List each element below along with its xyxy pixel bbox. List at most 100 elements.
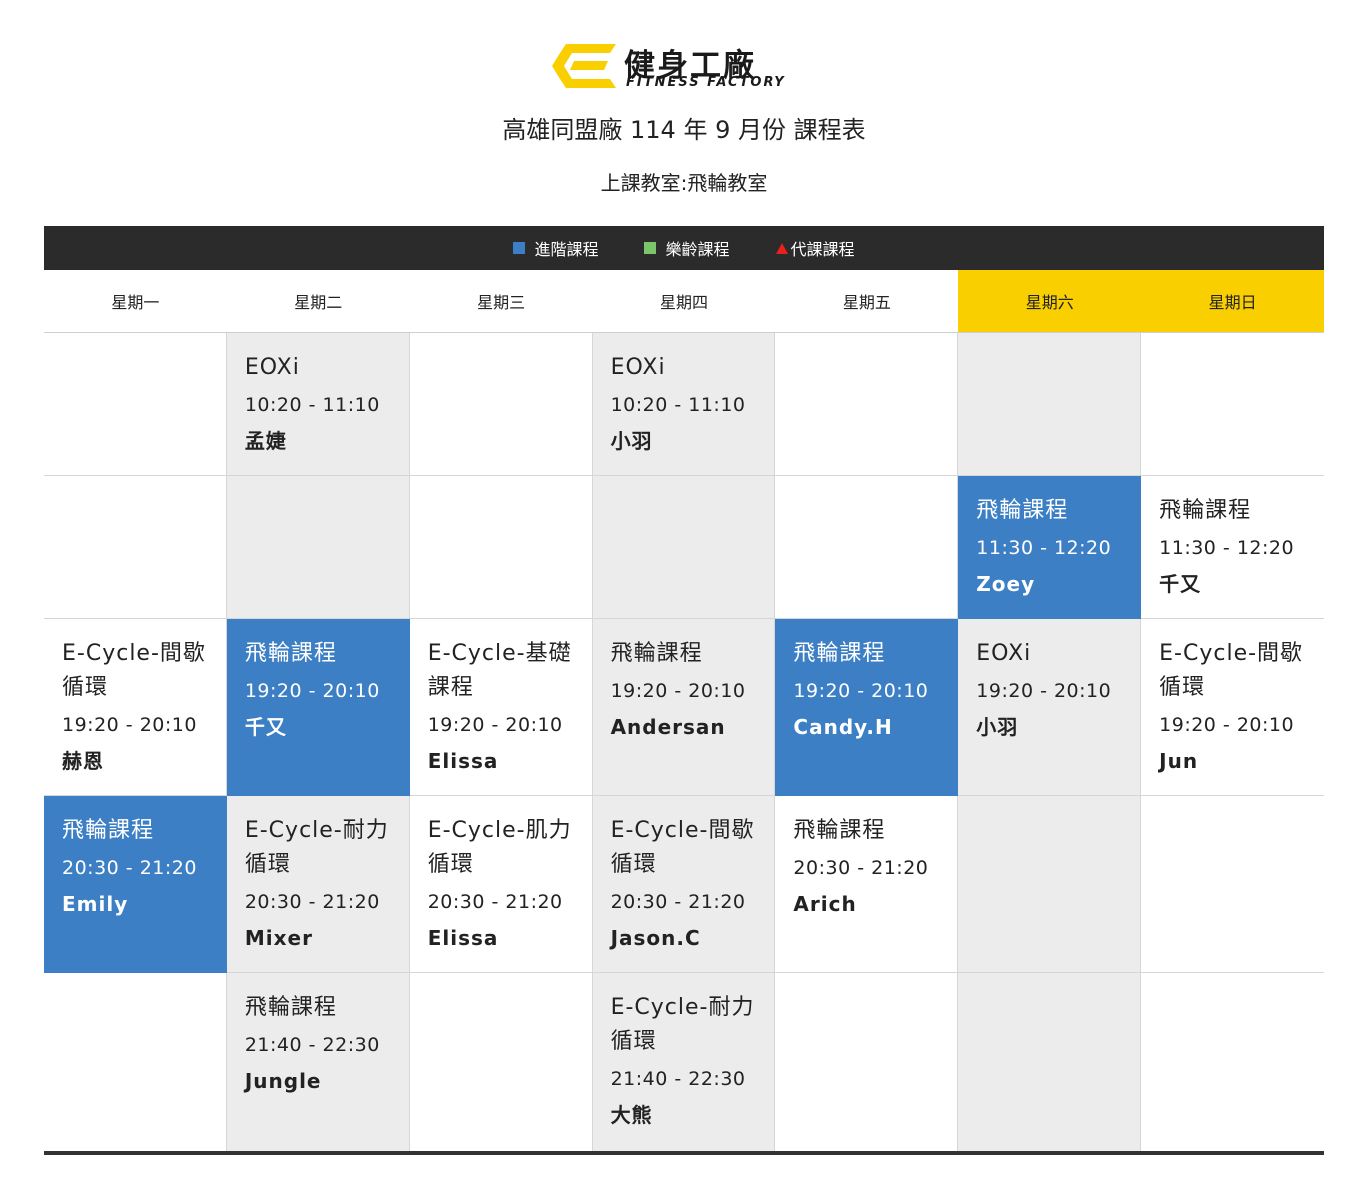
class-time: 19:20 - 20:10 [976,680,1112,702]
empty-cell-fri [775,333,959,476]
class-name: 飛輪課程 [976,498,1069,523]
class-cell-tue: 飛輪課程 19:20 - 20:10 千又 [226,619,410,796]
legend-advanced-label: 進階課程 [534,240,599,259]
class-name: E-Cycle-肌力循環 [427,818,572,877]
legend-senior: 樂齡課程 [644,236,730,260]
empty-cell-thu [592,476,776,619]
class-time: 19:20 - 20:10 [1159,714,1295,736]
empty-cell-wed [409,476,593,619]
green-square-icon [644,242,657,254]
empty-cell-sat [958,796,1142,973]
class-time: 20:30 - 21:20 [793,857,929,879]
empty-cell-sun [1141,796,1324,973]
class-time: 20:30 - 21:20 [427,891,563,913]
class-coach: 孟婕 [244,429,287,453]
class-name: E-Cycle-耐力循環 [610,995,755,1054]
class-coach: 小羽 [976,715,1019,739]
class-coach: 千又 [1159,572,1202,596]
class-name: 飛輪課程 [610,641,703,666]
class-coach: Mixer [244,926,313,950]
empty-cell-tue [226,476,410,619]
day-header-fri: 星期五 [775,270,959,332]
class-time: 19:20 - 20:10 [610,680,746,702]
class-coach: 赫恩 [62,749,104,773]
empty-cell-mon [44,476,227,619]
day-header-sat: 星期六 [958,270,1142,332]
class-cell-tue: EOXi 10:20 - 11:10 孟婕 [226,333,410,476]
class-coach: Andersan [610,715,726,739]
class-cell-sat: 飛輪課程 11:30 - 12:20 Zoey [958,476,1142,619]
class-time: 11:30 - 12:20 [976,537,1112,559]
class-cell-sat: EOXi 19:20 - 20:10 小羽 [958,619,1142,796]
red-triangle-icon [775,242,788,254]
class-cell-fri: 飛輪課程 19:20 - 20:10 Candy.H [775,619,959,796]
class-time: 10:20 - 11:10 [244,394,380,416]
class-cell-tue: E-Cycle-耐力循環 20:30 - 21:20 Mixer [226,796,410,973]
class-cell-thu: 飛輪課程 19:20 - 20:10 Andersan [592,619,776,796]
class-coach: Zoey [976,572,1036,596]
class-cell-thu: E-Cycle-間歇循環 20:30 - 21:20 Jason.C [592,796,776,973]
class-coach: Jun [1159,749,1199,773]
legend-substitute-label: 代課課程 [790,240,855,259]
class-coach: Arich [793,892,857,916]
class-name: EOXi [976,641,1032,666]
class-cell-sun: 飛輪課程 11:30 - 12:20 千又 [1141,476,1324,619]
class-time: 20:30 - 21:20 [62,857,197,879]
empty-cell-sun [1141,333,1324,476]
class-name: EOXi [244,355,300,380]
class-name: 飛輪課程 [244,641,337,666]
empty-cell-fri [775,476,959,619]
empty-cell-sat [958,973,1142,1151]
timetable: 星期一 星期二 星期三 星期四 星期五 星期六 星期日 EOXi 10:20 - … [44,270,1324,1155]
class-coach: 小羽 [610,429,653,453]
class-name: E-Cycle-間歇循環 [62,641,206,700]
empty-cell-wed [409,973,593,1151]
class-name: 飛輪課程 [793,818,886,843]
class-time: 19:20 - 20:10 [244,680,380,702]
class-name: 飛輪課程 [1159,498,1252,523]
fitness-factory-logo-icon [552,44,616,88]
class-cell-tue: 飛輪課程 21:40 - 22:30 Jungle [226,973,410,1151]
empty-cell-fri [775,973,959,1151]
classroom-label: 上課教室:飛輪教室 [600,171,768,195]
class-cell-fri: 飛輪課程 20:30 - 21:20 Arich [775,796,959,973]
day-header-mon: 星期一 [44,270,227,332]
class-coach: Candy.H [793,715,893,739]
brand-logo: 健身工廠 FITNESS FACTORY [552,40,822,96]
class-coach: Elissa [427,749,499,773]
day-header-thu: 星期四 [592,270,776,332]
brand-name-en: FITNESS FACTORY [626,75,786,90]
class-cell-mon: 飛輪課程 20:30 - 21:20 Emily [44,796,227,973]
page-title: 高雄同盟廠 114 年 9 月份 課程表 [502,116,866,144]
empty-cell-sat [958,333,1142,476]
class-cell-mon: E-Cycle-間歇循環 19:20 - 20:10 赫恩 [44,619,227,796]
class-name: 飛輪課程 [244,995,337,1020]
class-name: E-Cycle-耐力循環 [244,818,389,877]
class-coach: Jason.C [610,926,701,950]
class-coach: Emily [62,892,129,916]
empty-cell-sun [1141,973,1324,1151]
empty-cell-wed [409,333,593,476]
class-cell-thu: EOXi 10:20 - 11:10 小羽 [592,333,776,476]
class-name: E-Cycle-間歇循環 [610,818,755,877]
class-name: EOXi [610,355,666,380]
class-coach: 大熊 [610,1103,653,1127]
legend-senior-label: 樂齡課程 [665,240,730,259]
day-header-wed: 星期三 [409,270,593,332]
day-header-row: 星期一 星期二 星期三 星期四 星期五 星期六 星期日 [44,270,1324,333]
class-time: 19:20 - 20:10 [427,714,563,736]
class-name: 飛輪課程 [793,641,886,666]
class-time: 19:20 - 20:10 [62,714,197,736]
legend-bar: 進階課程 樂齡課程 代課課程 [44,226,1324,270]
class-coach: Elissa [427,926,499,950]
empty-cell-mon [44,973,227,1151]
class-time: 21:40 - 22:30 [610,1068,746,1090]
class-time: 19:20 - 20:10 [793,680,929,702]
empty-cell-mon [44,333,227,476]
class-name: E-Cycle-基礎課程 [427,641,572,700]
class-time: 10:20 - 11:10 [610,394,746,416]
schedule-body: EOXi 10:20 - 11:10 孟婕 EOXi 10:20 - 11:10 小羽 飛輪… [44,333,1324,1155]
day-header-tue: 星期二 [226,270,410,332]
legend-advanced: 進階課程 [513,236,598,260]
class-name: 飛輪課程 [62,818,155,843]
